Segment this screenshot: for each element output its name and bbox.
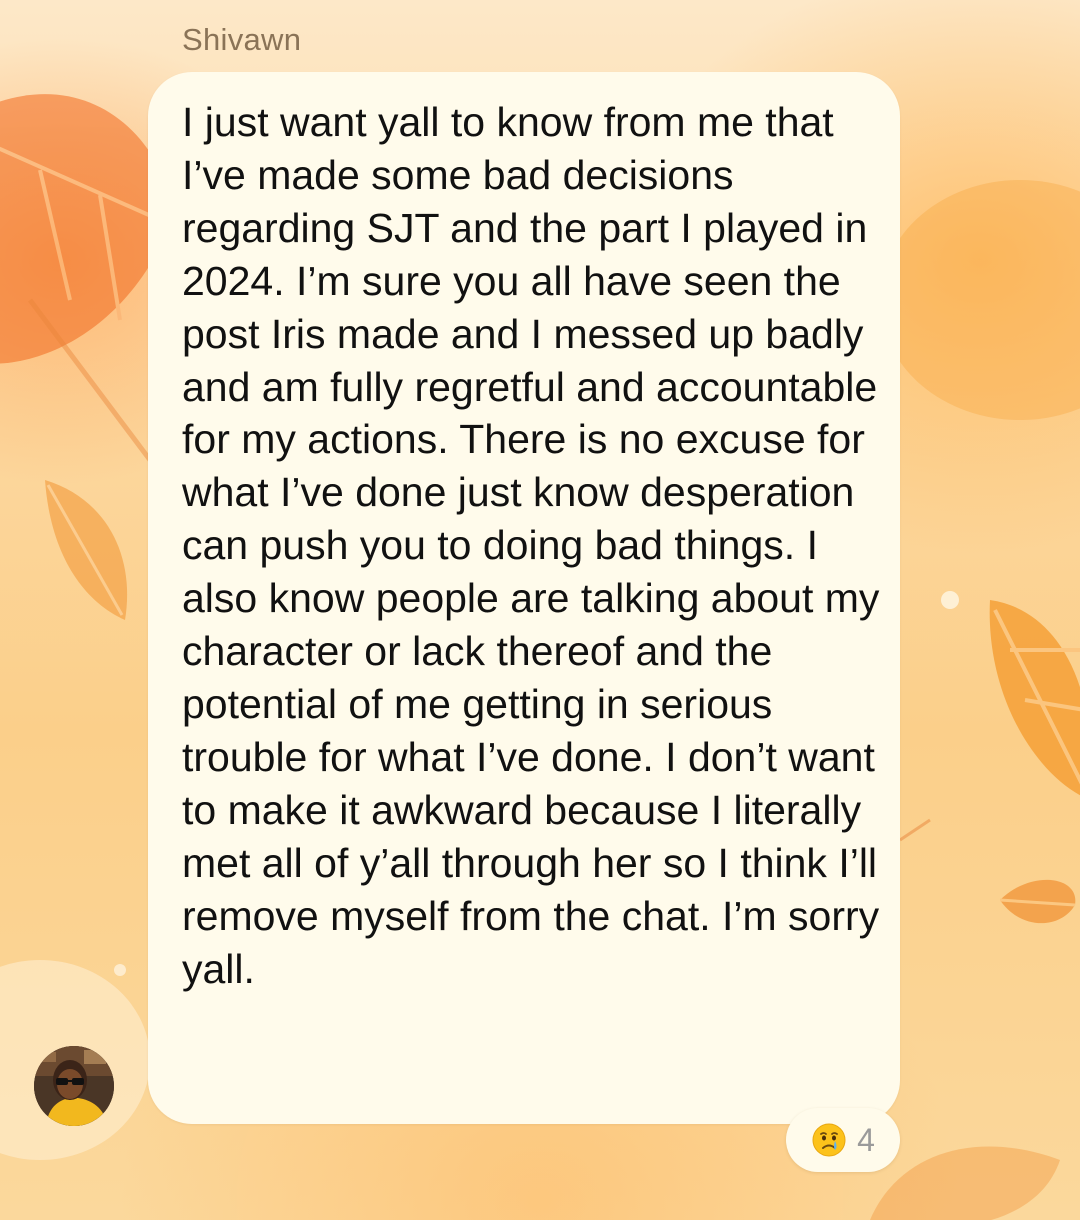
light-speck bbox=[114, 964, 126, 976]
message-bubble[interactable]: I just want yall to know from me that I’… bbox=[148, 72, 900, 1124]
sender-avatar-image bbox=[34, 1046, 114, 1126]
sender-name: Shivawn bbox=[182, 22, 302, 57]
crying-face-icon bbox=[812, 1123, 846, 1157]
light-bokeh-top-right bbox=[880, 180, 1080, 420]
message-text: I just want yall to know from me that I’… bbox=[182, 99, 880, 992]
leaf-decoration-right bbox=[989, 600, 1080, 796]
light-speck bbox=[941, 591, 959, 609]
reaction-badge[interactable]: 4 bbox=[786, 1108, 900, 1172]
leaf-decoration-right-small bbox=[999, 879, 1076, 924]
leaf-decoration-bottom-right bbox=[870, 1146, 1060, 1220]
avatar[interactable] bbox=[34, 1046, 114, 1126]
reaction-count: 4 bbox=[857, 1121, 875, 1158]
leaf-decoration-left-middle bbox=[45, 480, 128, 620]
leaf-stem-decoration-right bbox=[899, 818, 931, 842]
leaf-stem-decoration bbox=[28, 298, 152, 462]
